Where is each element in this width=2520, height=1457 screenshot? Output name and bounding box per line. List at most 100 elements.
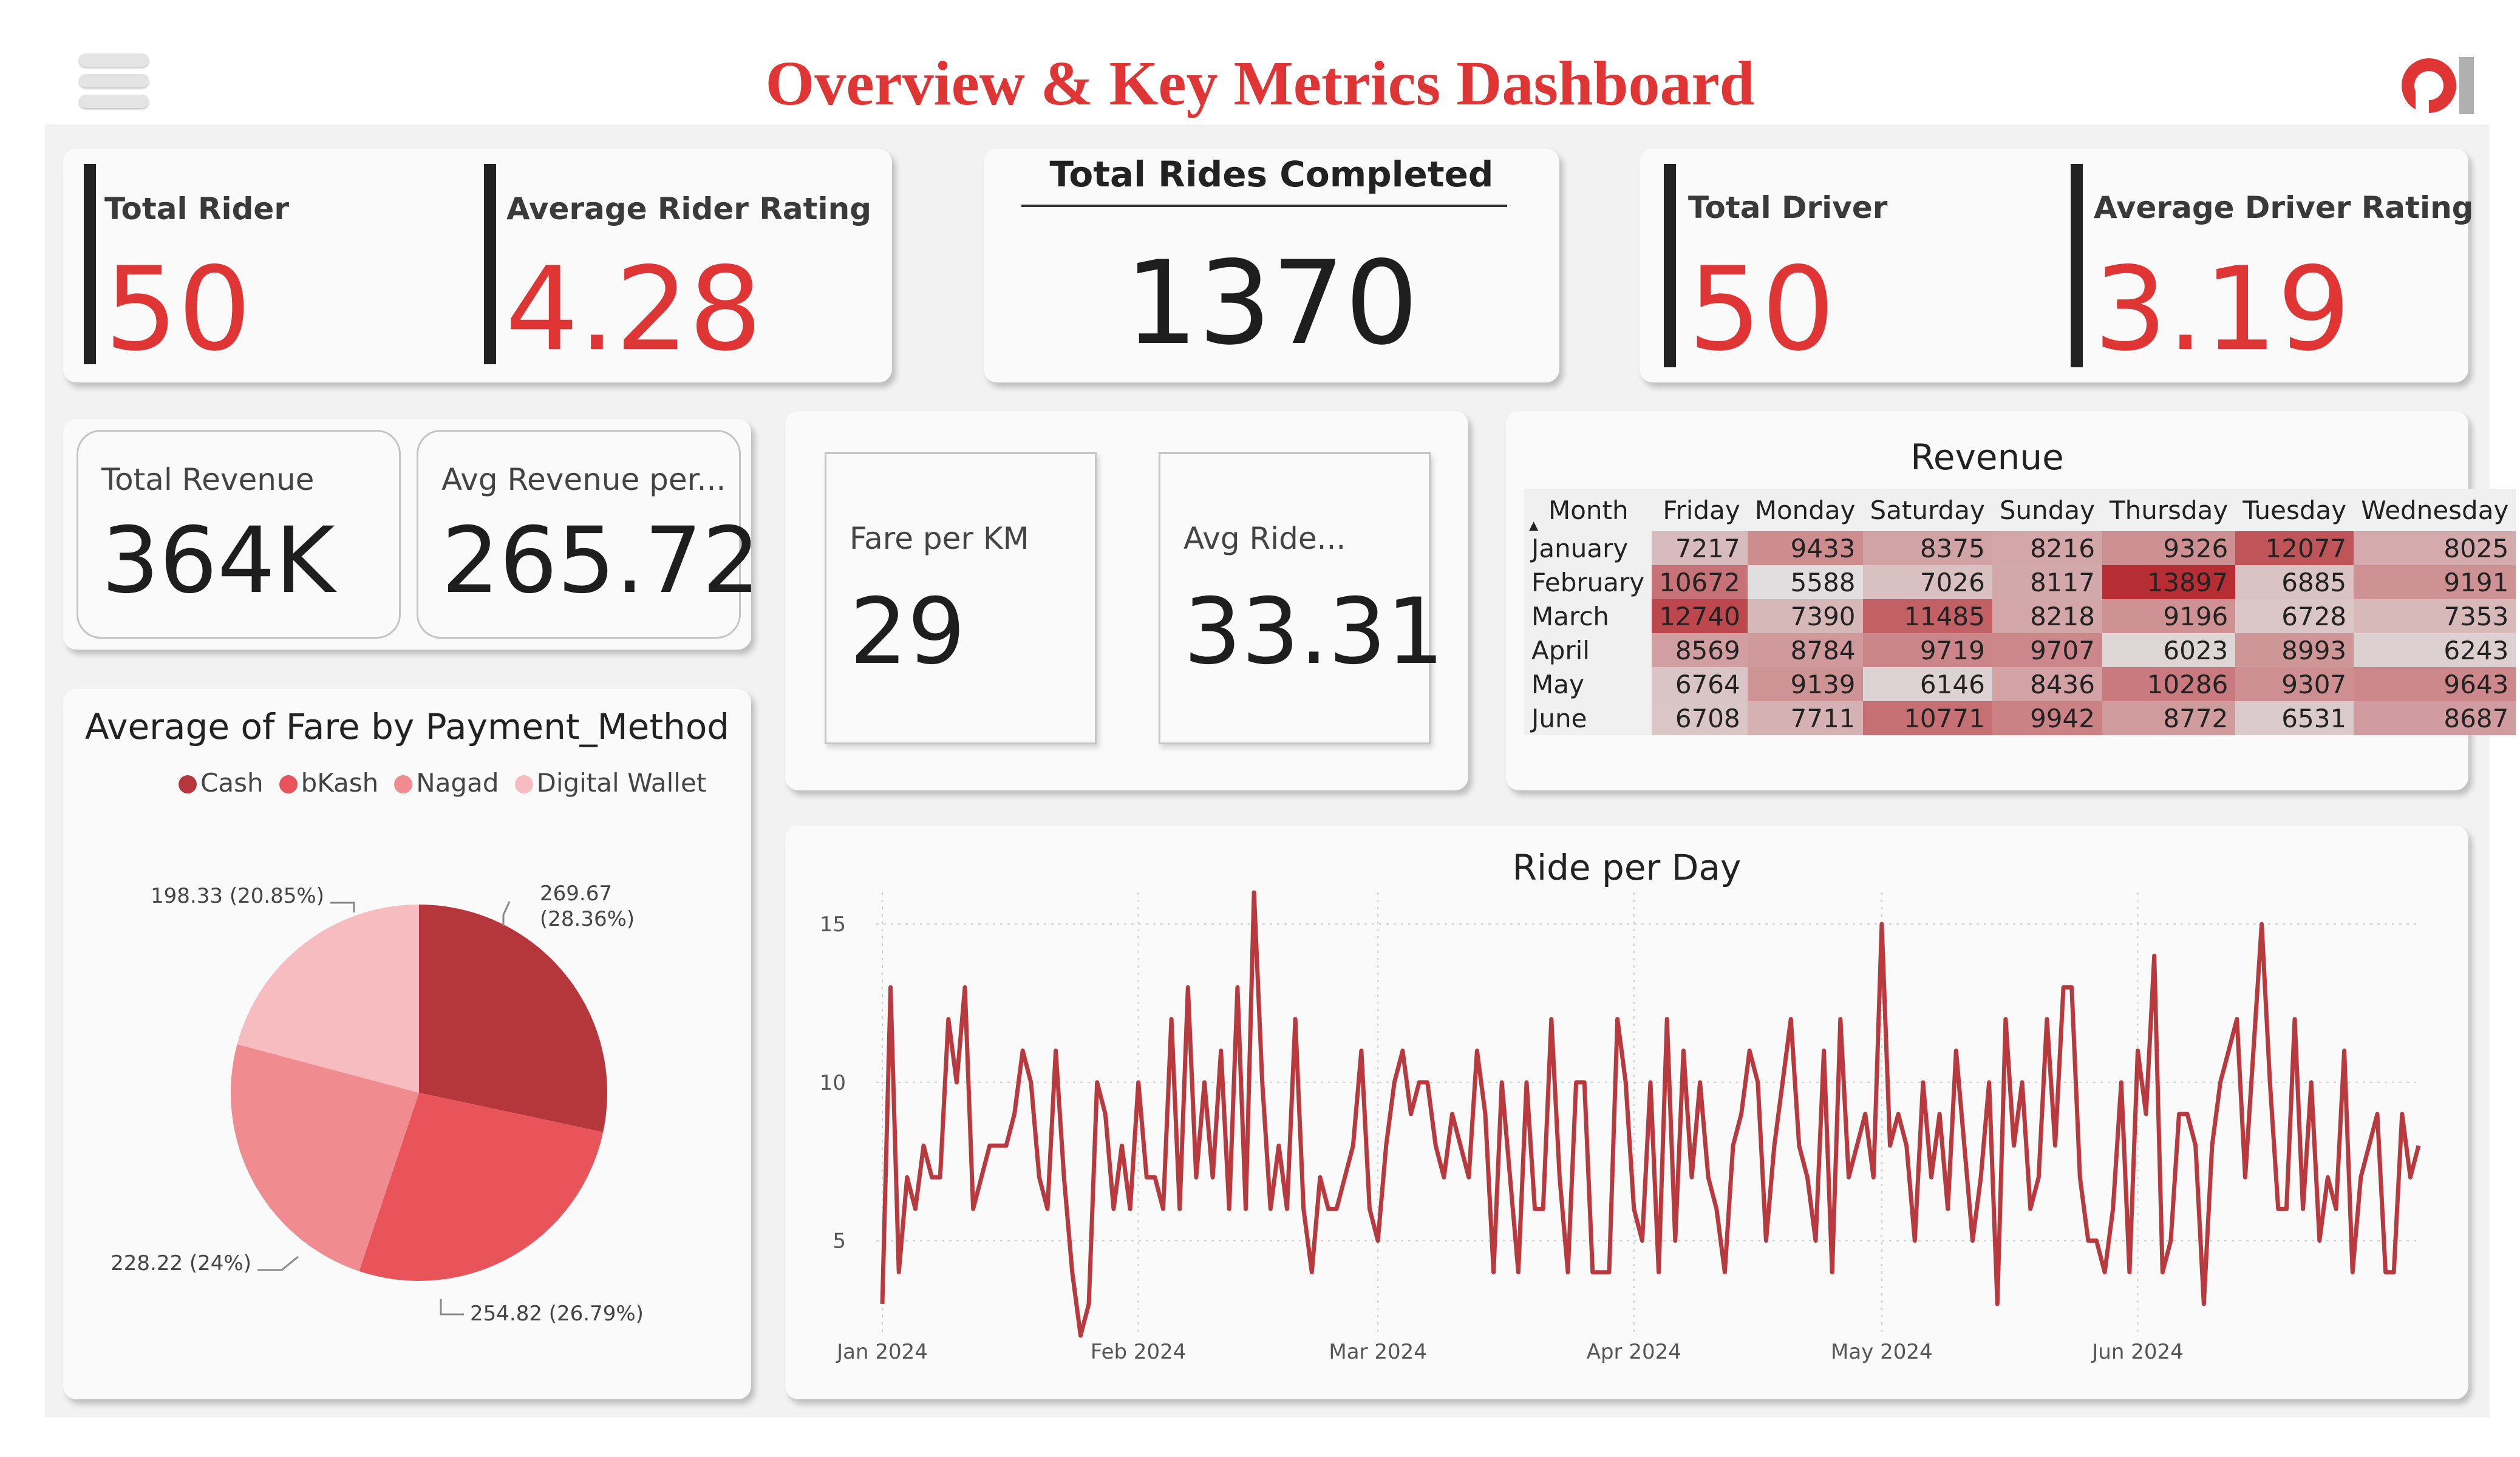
revenue-cell: 8436 bbox=[1992, 667, 2102, 701]
total-driver-value: 50 bbox=[1688, 242, 1835, 376]
column-header[interactable]: Saturday bbox=[1862, 489, 1992, 531]
revenue-cell: 6708 bbox=[1652, 701, 1748, 735]
month-cell: April bbox=[1524, 633, 1652, 667]
revenue-cell: 7390 bbox=[1747, 599, 1863, 633]
title-divider bbox=[1021, 205, 1507, 207]
revenue-kpi-card: Total Revenue 364K Avg Revenue per... 26… bbox=[63, 419, 760, 650]
month-cell: March bbox=[1524, 599, 1652, 633]
fare-per-km-label: Fare per KM bbox=[850, 521, 1029, 556]
avg-driver-rating-label: Average Driver Rating bbox=[2094, 190, 2474, 225]
total-driver-label: Total Driver bbox=[1688, 190, 1888, 225]
y-tick-label: 15 bbox=[820, 912, 846, 937]
revenue-cell: 9942 bbox=[1992, 701, 2102, 735]
sort-arrow-icon: ▲ bbox=[1529, 518, 1539, 532]
total-rides-value: 1370 bbox=[1125, 236, 1418, 370]
dashboard-title: Overview & Key Metrics Dashboard bbox=[765, 49, 1755, 118]
leader-line bbox=[257, 1255, 299, 1271]
table-row: January 7217 9433 8375 8216 9326 12077 8025 bbox=[1524, 531, 2516, 565]
table-row: June 6708 7711 10771 9942 8772 6531 8687 bbox=[1524, 701, 2516, 735]
revenue-cell: 7217 bbox=[1652, 531, 1748, 565]
column-header[interactable]: Sunday bbox=[1992, 489, 2102, 531]
revenue-cell: 7026 bbox=[1862, 565, 1992, 599]
revenue-cell: 9643 bbox=[2354, 667, 2516, 701]
total-revenue-value: 364K bbox=[101, 508, 335, 614]
pie-slice-cash[interactable] bbox=[419, 905, 607, 1132]
total-rider-value: 50 bbox=[104, 242, 251, 376]
total-rides-card: Total Rides Completed 1370 bbox=[984, 149, 1559, 382]
revenue-cell: 9719 bbox=[1862, 633, 1992, 667]
total-rides-label: Total Rides Completed bbox=[1049, 154, 1494, 195]
fare-per-km-value: 29 bbox=[850, 579, 965, 685]
leader-line bbox=[502, 901, 511, 926]
revenue-cell: 9196 bbox=[2102, 599, 2236, 633]
revenue-cell: 6764 bbox=[1652, 667, 1748, 701]
column-header[interactable]: Friday bbox=[1652, 489, 1748, 531]
revenue-cell: 8993 bbox=[2235, 633, 2354, 667]
revenue-cell: 7711 bbox=[1747, 701, 1863, 735]
revenue-cell: 12077 bbox=[2235, 531, 2354, 565]
month-cell: May bbox=[1524, 667, 1652, 701]
revenue-matrix-table: Month ▲ Friday Monday Saturday Sunday Thursday… bbox=[1524, 489, 2516, 735]
avg-revenue-label: Avg Revenue per... bbox=[441, 462, 726, 497]
month-cell: February bbox=[1524, 565, 1652, 599]
x-tick-label: Jan 2024 bbox=[836, 1340, 928, 1364]
column-header[interactable]: Month ▲ bbox=[1524, 489, 1652, 532]
pie-data-label: 228.22 (24%) bbox=[111, 1251, 251, 1275]
pie-data-label: (28.36%) bbox=[540, 907, 635, 931]
revenue-cell: 8025 bbox=[2354, 531, 2516, 565]
revenue-cell: 9307 bbox=[2235, 667, 2354, 701]
table-row: April 8569 8784 9719 9707 6023 8993 6243 bbox=[1524, 633, 2516, 667]
x-tick-label: Apr 2024 bbox=[1587, 1340, 1681, 1364]
total-revenue-label: Total Revenue bbox=[101, 462, 315, 497]
table-row: March 12740 7390 11485 8218 9196 6728 7353 bbox=[1524, 599, 2516, 633]
table-row: February 10672 5588 7026 8117 13897 6885 9191 bbox=[1524, 565, 2516, 599]
table-row: May 6764 9139 6146 8436 10286 9307 9643 bbox=[1524, 667, 2516, 701]
column-header[interactable]: Monday bbox=[1747, 489, 1863, 531]
avg-revenue-card: Avg Revenue per... 265.72 bbox=[417, 430, 760, 639]
revenue-cell: 6146 bbox=[1862, 667, 1992, 701]
revenue-cell: 8784 bbox=[1747, 633, 1863, 667]
revenue-cell: 11485 bbox=[1862, 599, 1992, 633]
pie-data-label: 198.33 (20.85%) bbox=[151, 884, 324, 908]
line-chart-card: Ride per Day 5 10 15 Jan 2024 Feb 2024 Mar 20… bbox=[785, 826, 2468, 1399]
revenue-cell: 9326 bbox=[2102, 531, 2236, 565]
revenue-matrix-card: Revenue Month ▲ Friday Monday Saturday Sunday… bbox=[1506, 411, 2516, 790]
column-header[interactable]: Wednesday bbox=[2354, 489, 2516, 531]
revenue-cell: 8218 bbox=[1992, 599, 2102, 633]
revenue-cell: 6885 bbox=[2235, 565, 2354, 599]
revenue-matrix-title: Revenue bbox=[1910, 436, 2064, 478]
revenue-cell: 6243 bbox=[2354, 633, 2516, 667]
revenue-cell: 9707 bbox=[1992, 633, 2102, 667]
revenue-cell: 10286 bbox=[2102, 667, 2236, 701]
x-tick-label: Jun 2024 bbox=[2091, 1340, 2183, 1364]
x-tick-label: Feb 2024 bbox=[1091, 1340, 1187, 1364]
ride-per-day-line[interactable] bbox=[880, 890, 2421, 1338]
x-tick-label: May 2024 bbox=[1831, 1340, 1933, 1364]
avg-ride-value: 33.31 bbox=[1183, 579, 1445, 685]
pie-data-label: 269.67 bbox=[540, 881, 612, 906]
month-cell: June bbox=[1524, 701, 1652, 735]
avg-ride-label: Avg Ride... bbox=[1183, 521, 1346, 556]
pie-chart: 269.67(28.36%) 254.82 (26.79%) 228.22 (24%… bbox=[111, 881, 644, 1326]
fare-kpi-card: Fare per KM 29 Avg Ride... 33.31 bbox=[785, 411, 1468, 790]
menu-icon[interactable] bbox=[79, 53, 149, 117]
avg-driver-rating-value: 3.19 bbox=[2094, 242, 2351, 376]
column-header[interactable]: Tuesday bbox=[2235, 489, 2354, 531]
column-header[interactable]: Thursday bbox=[2102, 489, 2236, 531]
leader-line bbox=[330, 902, 355, 912]
brand-logo-icon bbox=[2402, 57, 2474, 119]
revenue-cell: 8772 bbox=[2102, 701, 2236, 735]
revenue-cell: 8216 bbox=[1992, 531, 2102, 565]
avg-revenue-value: 265.72 bbox=[441, 508, 760, 614]
x-tick-label: Mar 2024 bbox=[1329, 1340, 1426, 1364]
revenue-cell: 8375 bbox=[1862, 531, 1992, 565]
revenue-cell: 10672 bbox=[1652, 565, 1748, 599]
revenue-cell: 9139 bbox=[1747, 667, 1863, 701]
pie-data-label: 254.82 (26.79%) bbox=[470, 1302, 644, 1326]
revenue-cell: 8687 bbox=[2354, 701, 2516, 735]
revenue-cell: 8117 bbox=[1992, 565, 2102, 599]
driver-kpi-card: Total Driver 50 Average Driver Rating 3.… bbox=[1640, 149, 2473, 382]
avg-ride-card: Avg Ride... 33.31 bbox=[1159, 452, 1444, 744]
revenue-cell: 6023 bbox=[2102, 633, 2236, 667]
y-tick-label: 10 bbox=[820, 1071, 846, 1095]
